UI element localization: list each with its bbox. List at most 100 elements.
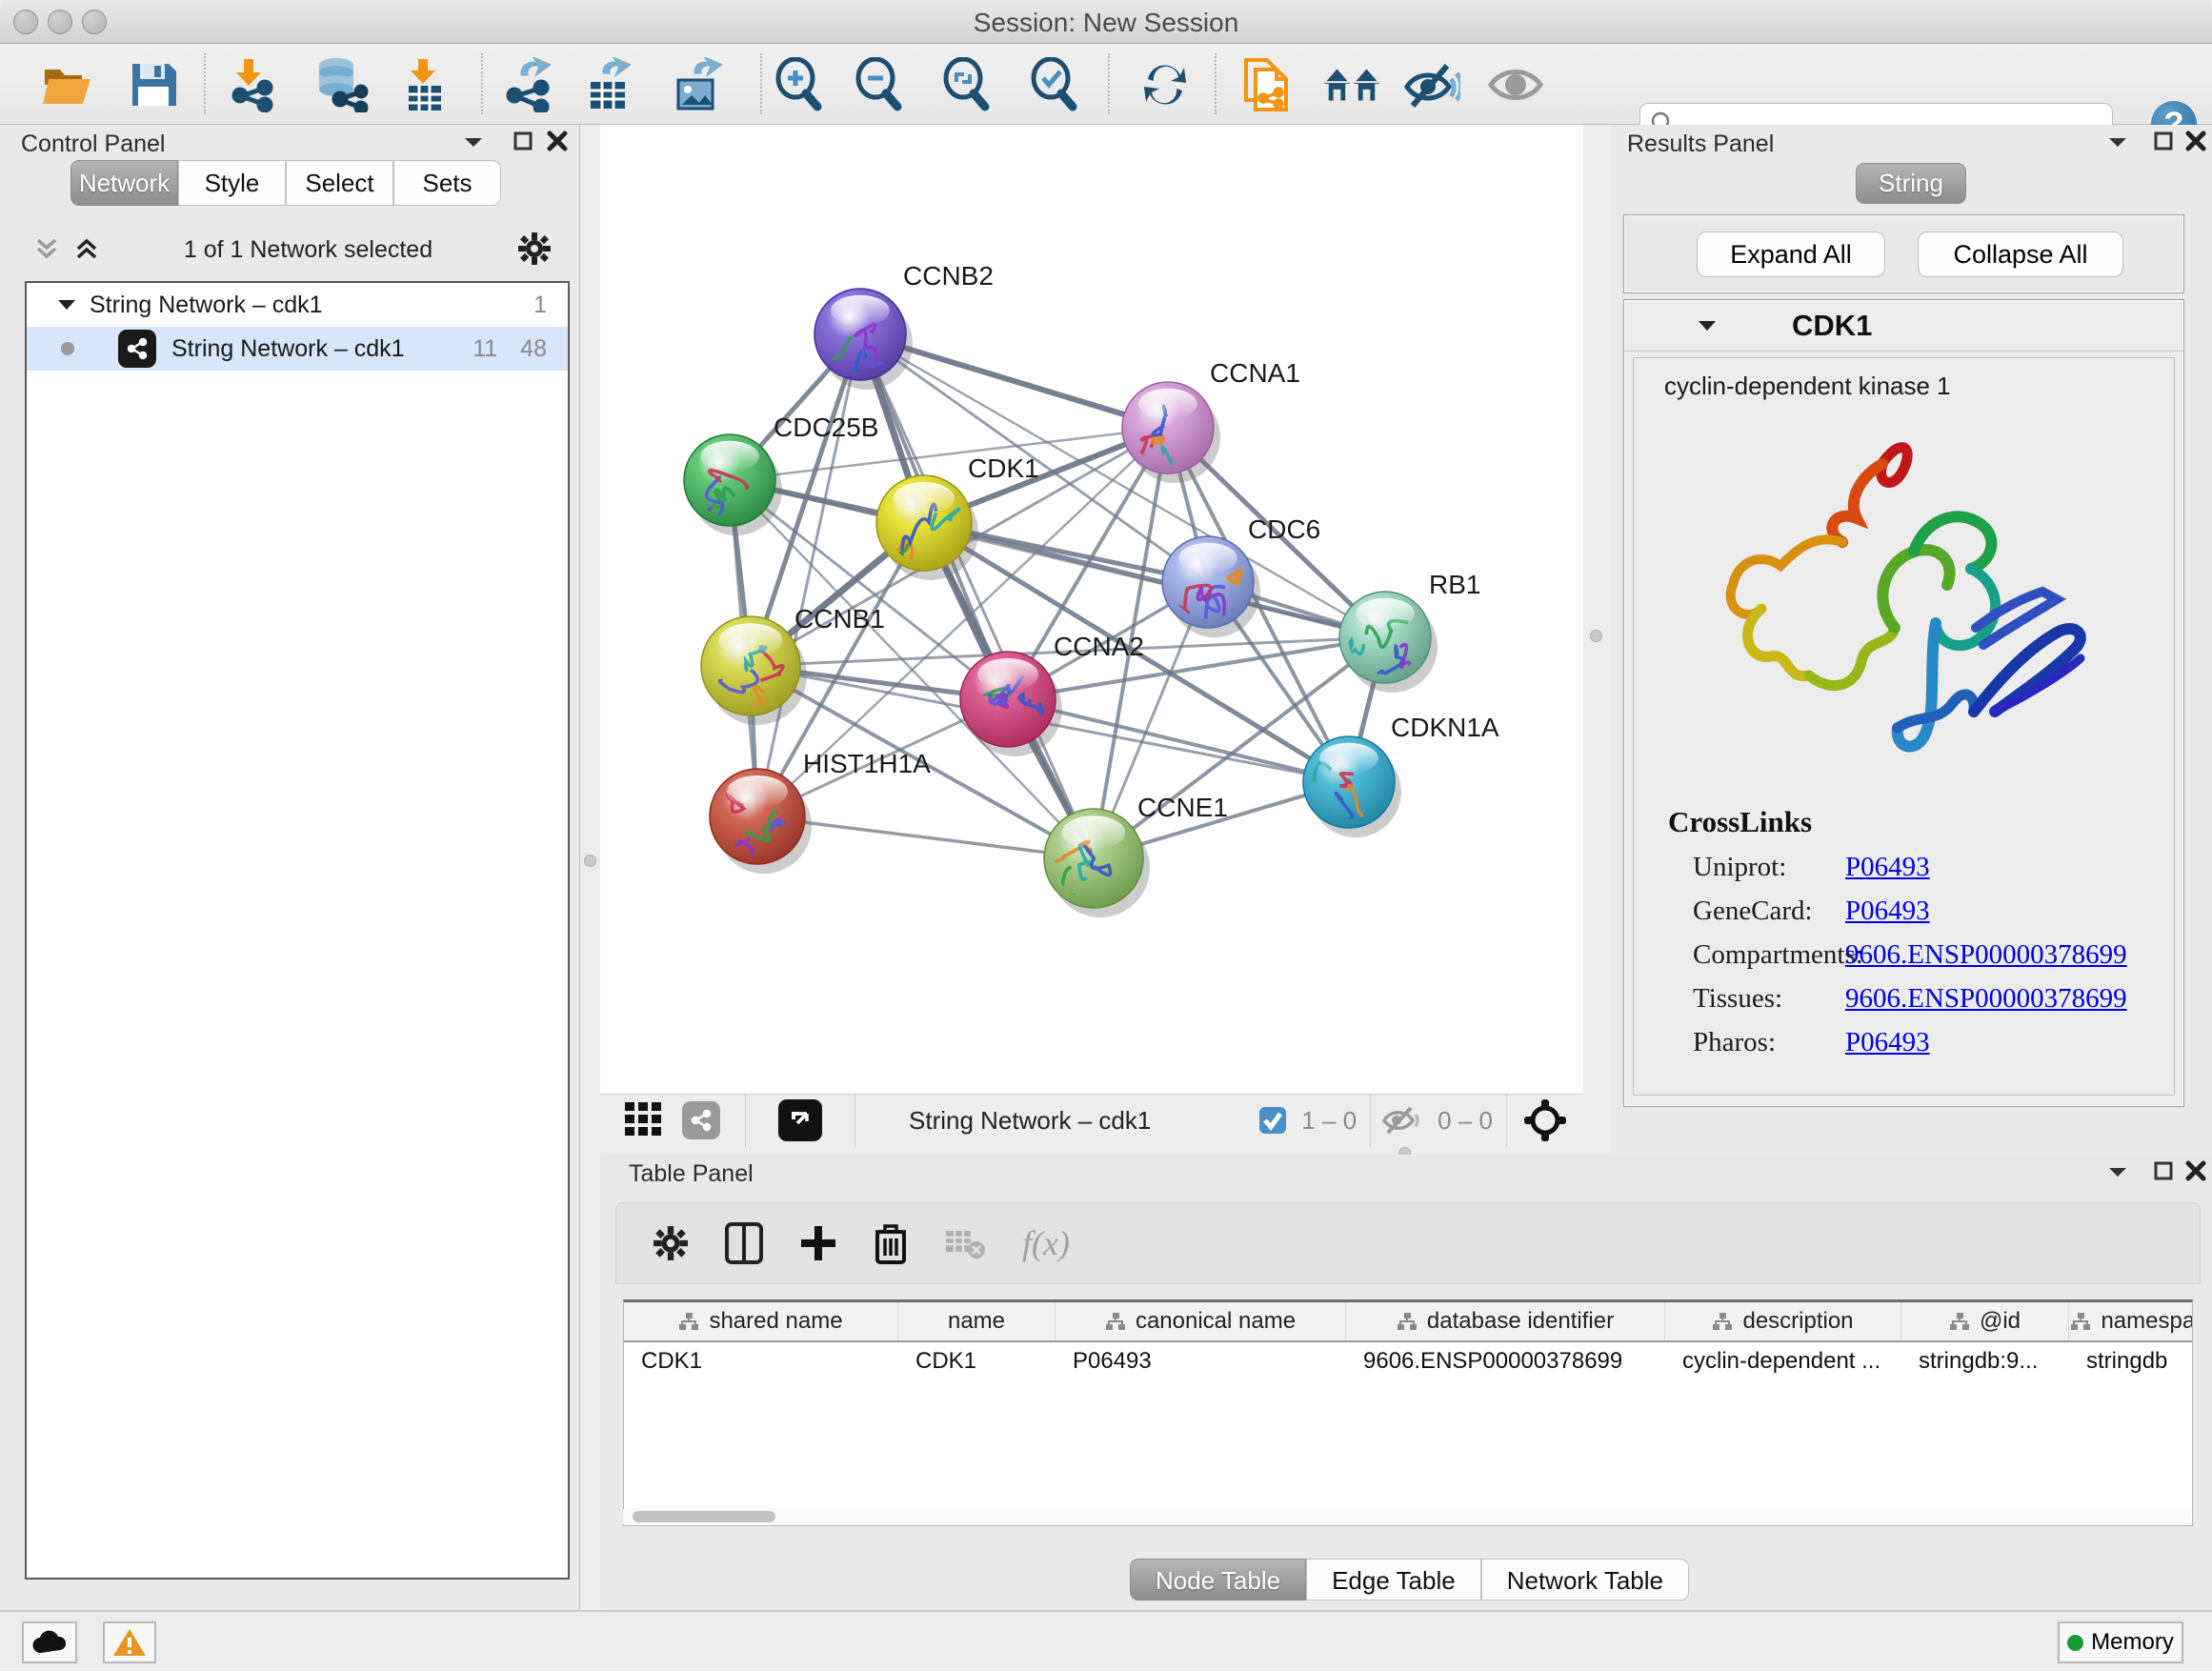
right-splitter-handle[interactable]	[1590, 630, 1602, 642]
control-panel-close-icon[interactable]	[547, 131, 568, 154]
control-panel-collapse-icon[interactable]	[463, 134, 484, 152]
show-all-button[interactable]	[1486, 57, 1545, 112]
delete-column-icon[interactable]	[874, 1222, 908, 1264]
scrollbar-thumb[interactable]	[633, 1511, 775, 1522]
zoom-fit-button[interactable]	[937, 57, 996, 112]
crosslink-link-genecard[interactable]: P06493	[1845, 896, 1930, 926]
entry-expanded-caret-icon[interactable]	[1697, 318, 1718, 333]
crosslink-link-uniprot[interactable]: P06493	[1845, 852, 1930, 882]
network-node-ccnb2[interactable]: CCNB2	[814, 261, 994, 390]
selected-checkbox-icon[interactable]	[1257, 1105, 1288, 1136]
network-node-hist1h1a[interactable]: HIST1H1A	[710, 749, 931, 874]
open-session-button[interactable]	[38, 57, 97, 112]
export-network-button[interactable]	[499, 57, 558, 112]
table-options-gear-icon[interactable]	[653, 1225, 689, 1261]
column-header-namespace[interactable]: namespace	[2069, 1302, 2193, 1340]
expand-all-button[interactable]: Expand All	[1697, 232, 1885, 277]
control-panel-float-icon[interactable]	[513, 131, 533, 154]
network-node-ccna1[interactable]: CCNA1	[1122, 358, 1300, 504]
export-image-button[interactable]	[669, 57, 728, 112]
table-cell[interactable]: stringdb	[2069, 1342, 2193, 1380]
toolbar-divider	[204, 53, 206, 114]
column-header-canonical-name[interactable]: canonical name	[1056, 1302, 1346, 1340]
network-selection-status: 1 of 1 Network selected	[99, 236, 517, 264]
table-cell[interactable]: 9606.ENSP00000378699	[1346, 1342, 1665, 1380]
import-network-from-database-button[interactable]	[311, 57, 370, 112]
pan-crosshair-icon[interactable]	[1522, 1097, 1568, 1143]
table-row[interactable]: CDK1CDK1P064939606.ENSP00000378699cyclin…	[624, 1342, 2192, 1380]
home-browser-button[interactable]	[1322, 57, 1381, 112]
tab-node-table[interactable]: Node Table	[1130, 1559, 1306, 1601]
zoom-out-button[interactable]	[850, 57, 909, 112]
tab-edge-table[interactable]: Edge Table	[1306, 1559, 1481, 1601]
table-cell[interactable]: CDK1	[898, 1342, 1056, 1380]
delete-table-icon[interactable]	[944, 1227, 986, 1259]
tab-sets[interactable]: Sets	[393, 160, 501, 206]
table-panel-collapse-icon[interactable]	[2107, 1164, 2128, 1182]
function-builder-icon[interactable]: f(x)	[1022, 1223, 1070, 1263]
new-network-from-selection-button[interactable]	[1238, 57, 1297, 112]
crosslink-link-compartments[interactable]: 9606.ENSP00000378699	[1845, 939, 2127, 970]
network-node-cdc25b[interactable]: CDC25B	[684, 413, 878, 546]
table-horizontal-scrollbar[interactable]	[623, 1509, 2191, 1524]
results-entry-box: CDK1 cyclin-dependent kinase 1	[1623, 299, 2184, 1107]
network-node-count: 11	[473, 335, 497, 363]
warnings-icon[interactable]	[103, 1621, 156, 1663]
collection-expanded-caret-icon[interactable]	[57, 298, 76, 312]
network-view-mode-icon[interactable]	[682, 1101, 720, 1139]
network-edge-CCNB2-HIST1H1A[interactable]	[757, 334, 860, 816]
network-tree: String Network – cdk1 1 String Network –…	[25, 281, 570, 1580]
zoom-in-button[interactable]	[770, 57, 829, 112]
table-cell[interactable]: CDK1	[624, 1342, 898, 1380]
results-entry-header[interactable]: CDK1	[1624, 300, 2183, 352]
grid-view-icon[interactable]	[625, 1102, 661, 1139]
network-row[interactable]: String Network – cdk1 11 48	[27, 327, 568, 371]
column-header-shared-name[interactable]: shared name	[624, 1302, 898, 1340]
apply-layout-button[interactable]	[1136, 57, 1195, 112]
tab-select[interactable]: Select	[286, 160, 393, 206]
column-header-database-identifier[interactable]: database identifier	[1346, 1302, 1665, 1340]
tab-network[interactable]: Network	[70, 160, 178, 206]
table-cell[interactable]: cyclin-dependent ...	[1665, 1342, 1901, 1380]
crosslink-link-pharos[interactable]: P06493	[1845, 1027, 1930, 1057]
results-panel-float-icon[interactable]	[2153, 131, 2174, 154]
network-node-ccnb1[interactable]: CCNB1	[701, 604, 885, 725]
results-tab-string[interactable]: String	[1856, 163, 1966, 204]
table-cell[interactable]: P06493	[1056, 1342, 1346, 1380]
birdseye-view-icon[interactable]	[778, 1099, 822, 1141]
add-column-icon[interactable]	[799, 1224, 837, 1262]
tab-style[interactable]: Style	[178, 160, 286, 206]
import-network-from-file-button[interactable]	[223, 57, 282, 112]
column-header-description[interactable]: description	[1665, 1302, 1901, 1340]
tab-network-table[interactable]: Network Table	[1481, 1559, 1689, 1601]
network-collection-row[interactable]: String Network – cdk1 1	[27, 283, 568, 327]
show-columns-icon[interactable]	[725, 1222, 763, 1264]
crosslink-link-tissues[interactable]: 9606.ENSP00000378699	[1845, 983, 2127, 1014]
hidden-eye-slash-icon[interactable]	[1382, 1106, 1424, 1135]
collapse-all-button[interactable]: Collapse All	[1918, 232, 2123, 277]
import-table-from-file-button[interactable]	[394, 57, 453, 112]
memory-button[interactable]: Memory	[2058, 1621, 2183, 1663]
network-canvas[interactable]: CCNB2CCNA1CDC25BCDK1CDC6RB1CCNB1CCNA2CDK…	[600, 125, 1583, 1094]
column-header-name[interactable]: name	[898, 1302, 1056, 1340]
automation-cloud-icon[interactable]	[22, 1621, 77, 1663]
zoom-selected-button[interactable]	[1025, 57, 1084, 112]
table-cell[interactable]: stringdb:9...	[1901, 1342, 2069, 1380]
expand-all-networks-icon[interactable]	[74, 236, 99, 264]
table-panel-float-icon[interactable]	[2153, 1160, 2174, 1184]
table-panel-close-icon[interactable]	[2185, 1160, 2206, 1184]
results-panel-close-icon[interactable]	[2185, 131, 2206, 154]
collapse-all-networks-icon[interactable]	[34, 236, 59, 264]
export-table-button[interactable]	[579, 57, 638, 112]
network-node-cdkn1a[interactable]: CDKN1A	[1297, 713, 1499, 838]
left-splitter-handle[interactable]	[584, 855, 596, 867]
network-edge-CCNB2-CCNE1[interactable]	[860, 334, 1094, 858]
network-options-gear-icon[interactable]	[517, 232, 552, 269]
hide-selected-button[interactable]	[1402, 57, 1461, 112]
network-node-cdc6[interactable]: CDC6	[1162, 514, 1320, 637]
results-panel-collapse-icon[interactable]	[2107, 134, 2128, 152]
column-header-id[interactable]: @id	[1901, 1302, 2069, 1340]
network-node-rb1[interactable]: RB1	[1337, 570, 1480, 705]
network-node-cdk1[interactable]: CDK1	[876, 453, 1039, 582]
save-session-button[interactable]	[124, 57, 183, 112]
